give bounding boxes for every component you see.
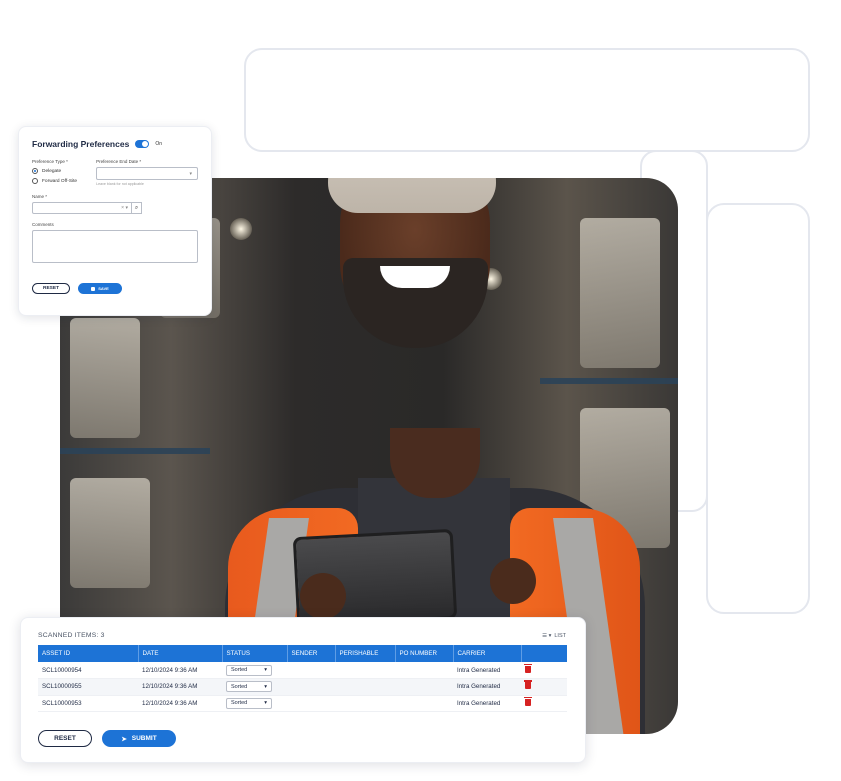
end-date-hint: Leave blank for not applicable xyxy=(96,182,144,186)
trash-icon[interactable] xyxy=(524,696,532,706)
column-header[interactable]: STATUS xyxy=(222,645,288,662)
delete-cell xyxy=(521,695,567,712)
decorative-card-top xyxy=(244,48,810,152)
chevron-down-icon: ▾ xyxy=(189,171,192,177)
status-select[interactable]: Sorted ▾ xyxy=(226,697,272,709)
chevron-down-icon: ▾ xyxy=(264,683,267,690)
po-number-cell xyxy=(395,662,453,679)
table-row[interactable]: SCL10000955 12/10/2024 9:36 AM Sorted ▾ I… xyxy=(38,678,567,696)
sender-cell xyxy=(287,695,335,712)
table-row[interactable]: SCL10000954 12/10/2024 9:36 AM Sorted ▾ I… xyxy=(38,662,567,679)
status-cell: Sorted ▾ xyxy=(222,662,287,679)
date-cell: 12/10/2024 9:36 AM xyxy=(138,662,222,679)
forwarding-title: Forwarding Preferences xyxy=(32,139,130,149)
comments-label: Comments xyxy=(32,222,54,227)
submit-button[interactable]: ➤ SUBMIT xyxy=(102,730,176,747)
scanned-items-table: ASSET ID DATE STATUS SENDER PERISHABLE P… xyxy=(38,645,567,712)
carrier-cell: Intra Generated xyxy=(453,678,521,696)
name-label: Name * xyxy=(32,194,48,199)
column-header[interactable]: PERISHABLE xyxy=(335,645,396,662)
save-icon xyxy=(91,286,96,291)
date-cell: 12/10/2024 9:36 AM xyxy=(138,695,222,712)
chevron-down-icon: ▾ xyxy=(264,667,267,673)
decorative-card-right xyxy=(706,203,810,614)
forwarding-preferences-panel: Forwarding Preferences On Preference Typ… xyxy=(18,126,212,316)
asset-id-cell: SCL10000954 xyxy=(38,662,138,679)
po-number-cell xyxy=(395,695,453,712)
status-select[interactable]: Sorted ▾ xyxy=(226,681,272,693)
radio-delegate[interactable]: Delegate xyxy=(32,168,80,174)
po-number-cell xyxy=(395,678,453,696)
table-row[interactable]: SCL10000953 12/10/2024 9:36 AM Sorted ▾ I… xyxy=(38,695,567,712)
perishable-cell xyxy=(335,695,395,712)
column-header[interactable]: CARRIER xyxy=(453,645,522,662)
end-date-select[interactable]: ▾ xyxy=(96,167,198,180)
column-header xyxy=(521,645,567,662)
trash-icon[interactable] xyxy=(524,663,532,673)
chevron-down-icon: ▾ xyxy=(264,700,267,707)
scanned-items-title: SCANNED ITEMS: 3 xyxy=(38,632,105,639)
column-header[interactable]: DATE xyxy=(138,645,223,662)
scanned-items-panel: SCANNED ITEMS: 3 ☰ ▾ LIST ASSET ID DATE … xyxy=(20,617,586,763)
table-header-row: ASSET ID DATE STATUS SENDER PERISHABLE P… xyxy=(38,645,567,662)
radio-icon xyxy=(32,178,38,184)
carrier-cell: Intra Generated xyxy=(453,695,521,712)
send-icon: ➤ xyxy=(121,735,127,743)
sender-cell xyxy=(287,678,335,696)
delete-cell xyxy=(521,662,567,679)
name-input[interactable]: × ▾ xyxy=(32,202,132,214)
reset-button[interactable]: RESET xyxy=(38,730,92,747)
asset-id-cell: SCL10000955 xyxy=(38,678,138,696)
sender-cell xyxy=(287,662,335,679)
comments-textarea[interactable] xyxy=(32,230,198,263)
preference-type-label: Preference Type * xyxy=(32,159,68,164)
search-icon[interactable]: ⌕ xyxy=(132,202,142,214)
end-date-label: Preference End Date * xyxy=(96,159,142,164)
list-view-toggle[interactable]: ☰ ▾ LIST xyxy=(542,633,566,639)
status-cell: Sorted ▾ xyxy=(222,678,287,696)
forwarding-toggle[interactable] xyxy=(135,140,150,148)
column-header[interactable]: SENDER xyxy=(287,645,336,662)
delete-cell xyxy=(521,678,567,696)
clear-icon[interactable]: × ▾ xyxy=(121,205,128,211)
list-icon: ☰ ▾ xyxy=(542,632,552,639)
toggle-label: On xyxy=(155,141,162,147)
carrier-cell: Intra Generated xyxy=(453,662,521,679)
reset-button[interactable]: RESET xyxy=(32,283,70,294)
save-button[interactable]: SAVE xyxy=(78,283,122,294)
date-cell: 12/10/2024 9:36 AM xyxy=(138,678,222,696)
status-select[interactable]: Sorted ▾ xyxy=(226,664,272,676)
radio-forward-off-site[interactable]: Forward Off-Site xyxy=(32,178,80,184)
status-cell: Sorted ▾ xyxy=(222,695,287,712)
trash-icon[interactable] xyxy=(524,680,532,690)
asset-id-cell: SCL10000953 xyxy=(38,695,138,712)
radio-icon xyxy=(32,168,38,174)
column-header[interactable]: ASSET ID xyxy=(38,645,139,662)
perishable-cell xyxy=(335,662,395,679)
perishable-cell xyxy=(335,678,395,696)
column-header[interactable]: PO NUMBER xyxy=(395,645,454,662)
